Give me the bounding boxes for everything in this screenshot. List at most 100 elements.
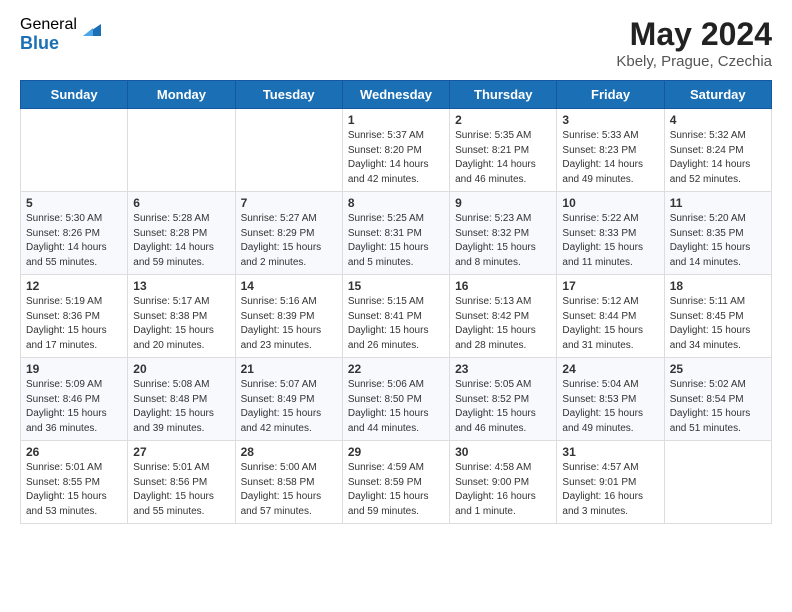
day-info: Sunrise: 5:37 AMSunset: 8:20 PMDaylight:… (348, 129, 444, 187)
calendar-cell: 13 Sunrise: 5:17 AMSunset: 8:38 PMDayligh… (128, 275, 235, 358)
day-info: Sunrise: 4:58 AMSunset: 9:00 PMDaylight:… (455, 461, 551, 519)
day-info: Sunrise: 5:02 AMSunset: 8:54 PMDaylight:… (670, 378, 766, 436)
logo-text: General Blue (20, 16, 77, 53)
day-number: 22 (348, 362, 444, 376)
day-of-week-header: Thursday (450, 81, 557, 109)
calendar-week-row: 12 Sunrise: 5:19 AMSunset: 8:36 PMDayligh… (21, 275, 772, 358)
calendar: SundayMondayTuesdayWednesdayThursdayFrid… (20, 80, 772, 524)
subtitle: Kbely, Prague, Czechia (616, 53, 772, 70)
logo-icon (79, 18, 101, 40)
calendar-cell: 6 Sunrise: 5:28 AMSunset: 8:28 PMDaylight… (128, 192, 235, 275)
day-number: 16 (455, 279, 551, 293)
calendar-week-row: 26 Sunrise: 5:01 AMSunset: 8:55 PMDayligh… (21, 441, 772, 524)
day-number: 31 (562, 445, 658, 459)
calendar-cell: 25 Sunrise: 5:02 AMSunset: 8:54 PMDayligh… (664, 358, 771, 441)
day-info: Sunrise: 4:57 AMSunset: 9:01 PMDaylight:… (562, 461, 658, 519)
day-number: 6 (133, 196, 229, 210)
day-of-week-header: Tuesday (235, 81, 342, 109)
calendar-cell: 16 Sunrise: 5:13 AMSunset: 8:42 PMDayligh… (450, 275, 557, 358)
day-info: Sunrise: 5:07 AMSunset: 8:49 PMDaylight:… (241, 378, 337, 436)
day-number: 10 (562, 196, 658, 210)
day-number: 9 (455, 196, 551, 210)
calendar-cell: 11Sunrise: 5:20 AMSunset: 8:35 PMDayligh… (664, 192, 771, 275)
day-number: 13 (133, 279, 229, 293)
day-number: 1 (348, 113, 444, 127)
day-number: 11 (670, 196, 766, 210)
day-number: 23 (455, 362, 551, 376)
day-info: Sunrise: 5:19 AMSunset: 8:36 PMDaylight:… (26, 295, 122, 353)
calendar-cell: 10 Sunrise: 5:22 AMSunset: 8:33 PMDayligh… (557, 192, 664, 275)
calendar-cell: 29Sunrise: 4:59 AMSunset: 8:59 PMDayligh… (342, 441, 449, 524)
calendar-header-row: SundayMondayTuesdayWednesdayThursdayFrid… (21, 81, 772, 109)
day-info: Sunrise: 5:12 AMSunset: 8:44 PMDaylight:… (562, 295, 658, 353)
calendar-cell: 19 Sunrise: 5:09 AMSunset: 8:46 PMDayligh… (21, 358, 128, 441)
calendar-cell: 9 Sunrise: 5:23 AMSunset: 8:32 PMDaylight… (450, 192, 557, 275)
day-number: 7 (241, 196, 337, 210)
day-number: 28 (241, 445, 337, 459)
day-of-week-header: Monday (128, 81, 235, 109)
day-number: 27 (133, 445, 229, 459)
calendar-cell: 18 Sunrise: 5:11 AMSunset: 8:45 PMDayligh… (664, 275, 771, 358)
day-info: Sunrise: 5:08 AMSunset: 8:48 PMDaylight:… (133, 378, 229, 436)
main-title: May 2024 (616, 16, 772, 53)
day-info: Sunrise: 5:04 AMSunset: 8:53 PMDaylight:… (562, 378, 658, 436)
calendar-cell: 20 Sunrise: 5:08 AMSunset: 8:48 PMDayligh… (128, 358, 235, 441)
day-info: Sunrise: 5:01 AMSunset: 8:55 PMDaylight:… (26, 461, 122, 519)
calendar-cell: 30 Sunrise: 4:58 AMSunset: 9:00 PMDayligh… (450, 441, 557, 524)
day-of-week-header: Sunday (21, 81, 128, 109)
calendar-cell: 4Sunrise: 5:32 AMSunset: 8:24 PMDaylight… (664, 109, 771, 192)
day-number: 30 (455, 445, 551, 459)
logo-general: General (20, 16, 77, 34)
day-info: Sunrise: 5:23 AMSunset: 8:32 PMDaylight:… (455, 212, 551, 270)
calendar-cell: 2Sunrise: 5:35 AMSunset: 8:21 PMDaylight… (450, 109, 557, 192)
calendar-cell: 7Sunrise: 5:27 AMSunset: 8:29 PMDaylight… (235, 192, 342, 275)
calendar-cell: 24Sunrise: 5:04 AMSunset: 8:53 PMDayligh… (557, 358, 664, 441)
calendar-cell: 15Sunrise: 5:15 AMSunset: 8:41 PMDayligh… (342, 275, 449, 358)
day-info: Sunrise: 5:32 AMSunset: 8:24 PMDaylight:… (670, 129, 766, 187)
day-number: 12 (26, 279, 122, 293)
day-number: 19 (26, 362, 122, 376)
calendar-cell: 31 Sunrise: 4:57 AMSunset: 9:01 PMDayligh… (557, 441, 664, 524)
day-of-week-header: Wednesday (342, 81, 449, 109)
title-block: May 2024 Kbely, Prague, Czechia (616, 16, 772, 70)
calendar-cell: 12 Sunrise: 5:19 AMSunset: 8:36 PMDayligh… (21, 275, 128, 358)
day-number: 3 (562, 113, 658, 127)
day-info: Sunrise: 5:00 AMSunset: 8:58 PMDaylight:… (241, 461, 337, 519)
day-info: Sunrise: 4:59 AMSunset: 8:59 PMDaylight:… (348, 461, 444, 519)
day-info: Sunrise: 5:01 AMSunset: 8:56 PMDaylight:… (133, 461, 229, 519)
calendar-week-row: 5Sunrise: 5:30 AMSunset: 8:26 PMDaylight… (21, 192, 772, 275)
calendar-week-row: 1 Sunrise: 5:37 AMSunset: 8:20 PMDaylight… (21, 109, 772, 192)
calendar-cell (235, 109, 342, 192)
day-of-week-header: Friday (557, 81, 664, 109)
day-info: Sunrise: 5:05 AMSunset: 8:52 PMDaylight:… (455, 378, 551, 436)
page: General Blue May 2024 Kbely, Prague, Cze… (0, 0, 792, 540)
day-info: Sunrise: 5:09 AMSunset: 8:46 PMDaylight:… (26, 378, 122, 436)
day-info: Sunrise: 5:28 AMSunset: 8:28 PMDaylight:… (133, 212, 229, 270)
calendar-cell: 1 Sunrise: 5:37 AMSunset: 8:20 PMDaylight… (342, 109, 449, 192)
calendar-cell: 17 Sunrise: 5:12 AMSunset: 8:44 PMDayligh… (557, 275, 664, 358)
day-number: 2 (455, 113, 551, 127)
day-info: Sunrise: 5:06 AMSunset: 8:50 PMDaylight:… (348, 378, 444, 436)
day-info: Sunrise: 5:13 AMSunset: 8:42 PMDaylight:… (455, 295, 551, 353)
day-number: 17 (562, 279, 658, 293)
calendar-cell: 22 Sunrise: 5:06 AMSunset: 8:50 PMDayligh… (342, 358, 449, 441)
calendar-cell: 23 Sunrise: 5:05 AMSunset: 8:52 PMDayligh… (450, 358, 557, 441)
day-info: Sunrise: 5:22 AMSunset: 8:33 PMDaylight:… (562, 212, 658, 270)
day-number: 21 (241, 362, 337, 376)
logo: General Blue (20, 16, 101, 53)
day-info: Sunrise: 5:30 AMSunset: 8:26 PMDaylight:… (26, 212, 122, 270)
day-number: 25 (670, 362, 766, 376)
day-info: Sunrise: 5:25 AMSunset: 8:31 PMDaylight:… (348, 212, 444, 270)
day-number: 20 (133, 362, 229, 376)
day-number: 18 (670, 279, 766, 293)
day-number: 8 (348, 196, 444, 210)
calendar-cell: 27 Sunrise: 5:01 AMSunset: 8:56 PMDayligh… (128, 441, 235, 524)
calendar-week-row: 19 Sunrise: 5:09 AMSunset: 8:46 PMDayligh… (21, 358, 772, 441)
day-info: Sunrise: 5:11 AMSunset: 8:45 PMDaylight:… (670, 295, 766, 353)
day-number: 26 (26, 445, 122, 459)
day-info: Sunrise: 5:17 AMSunset: 8:38 PMDaylight:… (133, 295, 229, 353)
calendar-cell: 28 Sunrise: 5:00 AMSunset: 8:58 PMDayligh… (235, 441, 342, 524)
day-info: Sunrise: 5:15 AMSunset: 8:41 PMDaylight:… (348, 295, 444, 353)
calendar-cell: 14Sunrise: 5:16 AMSunset: 8:39 PMDayligh… (235, 275, 342, 358)
header: General Blue May 2024 Kbely, Prague, Cze… (20, 16, 772, 70)
